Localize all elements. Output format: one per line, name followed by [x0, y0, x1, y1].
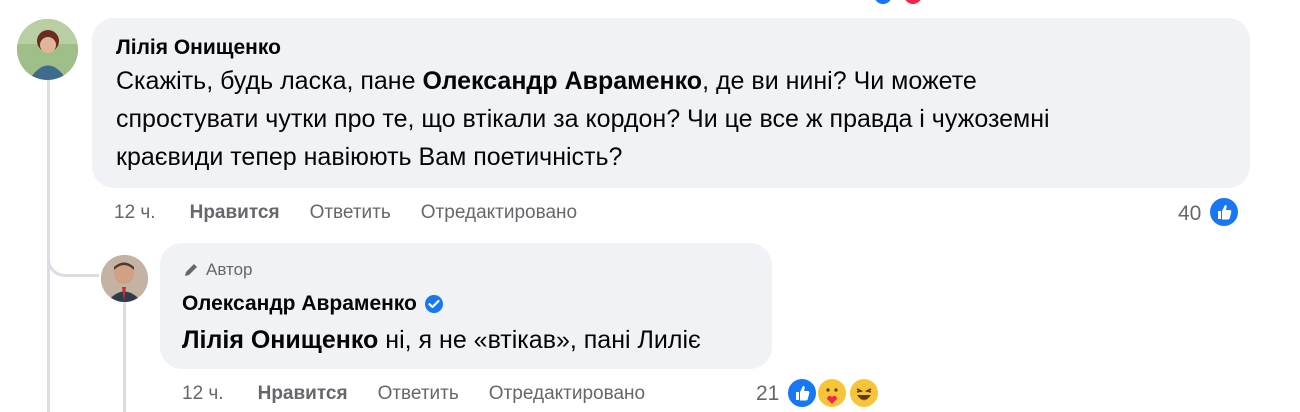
comment-time[interactable]: 12 ч. [114, 202, 156, 224]
reply-mention[interactable]: Лілія Онищенко [182, 326, 378, 354]
comment-mention[interactable]: Олександр Авраменко [422, 67, 702, 95]
top-partial-reactions [874, 0, 924, 4]
care-icon[interactable] [816, 377, 848, 409]
like-button[interactable]: Нравится [190, 202, 280, 224]
reply-reply-button[interactable]: Ответить [378, 383, 459, 405]
reply-like-button[interactable]: Нравится [258, 383, 348, 405]
comment-text: Скажіть, будь ласка, пане Олександр Авра… [116, 62, 1236, 176]
verified-badge-icon [424, 295, 443, 313]
reaction-count[interactable]: 40 [1178, 202, 1201, 226]
reply-button[interactable]: Ответить [310, 202, 391, 224]
reply-author[interactable]: Олександр Авраменко [182, 292, 417, 316]
comment-text-after: , де ви нині? Чи можете [702, 67, 977, 95]
reply-time[interactable]: 12 ч. [182, 383, 224, 405]
reply-text: Лілія Онищенко ні, я не «втікав», пані Л… [182, 321, 701, 359]
avatar[interactable] [17, 19, 78, 80]
comment-actions: 12 ч. Нравится Ответить Отредактировано [114, 202, 607, 224]
reply-reaction-count[interactable]: 21 [756, 382, 779, 406]
edited-label[interactable]: Отредактировано [421, 202, 577, 224]
author-badge-label: Автор [206, 260, 253, 279]
like-icon[interactable] [786, 377, 818, 409]
reply-actions: 12 ч. Нравится Ответить Отредактировано [182, 383, 675, 405]
thread-line-branch [47, 210, 99, 277]
thread-line-reply [123, 302, 126, 412]
like-icon[interactable] [1208, 196, 1240, 228]
pen-icon [185, 264, 197, 276]
reply-edited-label[interactable]: Отредактировано [489, 383, 645, 405]
comment-line-3: краєвиди тепер навіюють Вам поетичність? [116, 143, 623, 171]
comment-bubble: Лілія Онищенко Скажіть, будь ласка, пане… [92, 18, 1250, 188]
reply-bubble: Автор Олександр Авраменко Лілія Онищенко… [160, 243, 772, 369]
author-badge: Автор [182, 260, 253, 280]
reply-text-body: ні, я не «втікав», пані Лиліє [378, 326, 701, 354]
comment-text-before: Скажіть, будь ласка, пане [116, 67, 423, 95]
reply-author-row: Олександр Авраменко [182, 292, 444, 316]
avatar[interactable] [101, 255, 148, 302]
comment-author[interactable]: Лілія Онищенко [116, 36, 281, 60]
comment-line-1: Скажіть, будь ласка, пане Олександр Авра… [116, 62, 1236, 100]
haha-icon[interactable] [848, 377, 880, 409]
comment-line-2: спростувати чутки про те, що втікали за … [116, 105, 1050, 133]
